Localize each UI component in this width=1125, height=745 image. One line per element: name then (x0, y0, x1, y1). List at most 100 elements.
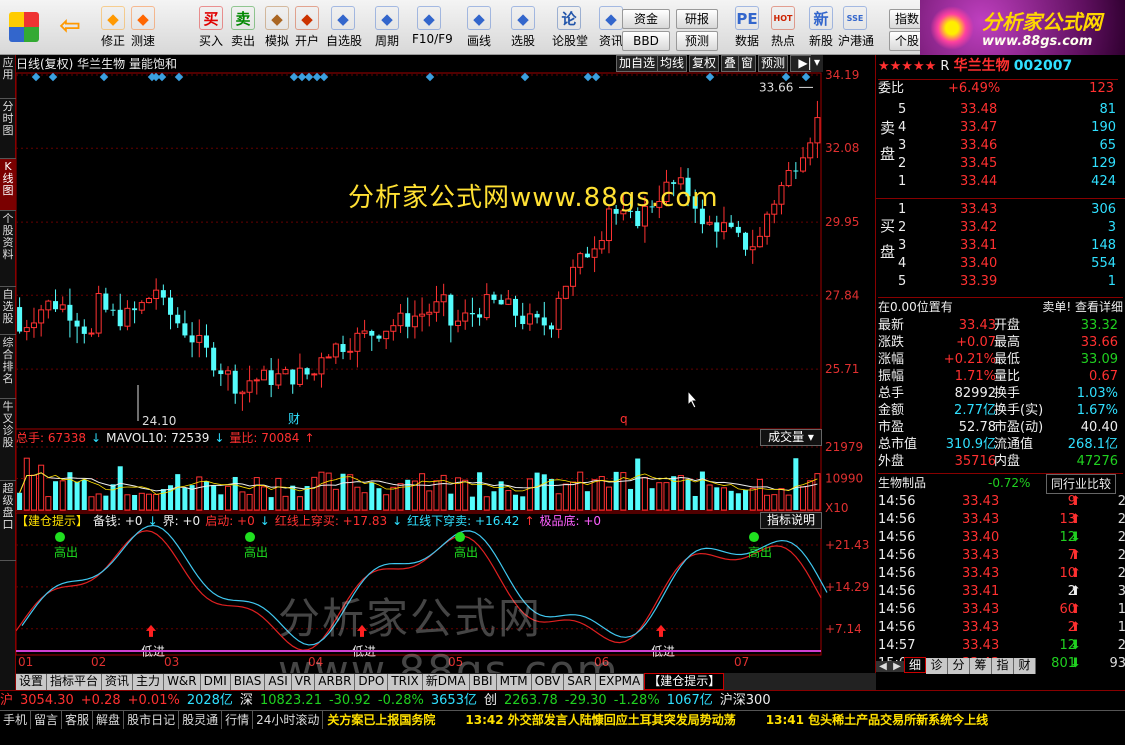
research-button[interactable]: 研报 (676, 9, 718, 29)
event-diamond-icon[interactable] (289, 72, 299, 82)
chart-button-2[interactable]: 复权 (689, 55, 720, 72)
indicator-tab-16[interactable]: SAR (564, 674, 596, 691)
toolbar-button-6[interactable]: ◆ 自选股 (326, 4, 362, 52)
volume-mode-select[interactable]: 成交量 ▾ (760, 429, 822, 446)
toolbar-button-14[interactable]: HOT 热点 (766, 4, 800, 52)
chart-button-3[interactable]: 叠 (721, 55, 740, 72)
event-diamond-icon[interactable] (157, 72, 167, 82)
toolbar-button-9[interactable]: ◆ 画线 (462, 4, 496, 52)
finance-marker[interactable]: 财 (288, 412, 300, 426)
right-tab-0[interactable]: 细 (904, 657, 926, 673)
ticker-tab-0[interactable]: 手机 (0, 711, 32, 729)
event-diamond-icon[interactable] (99, 72, 109, 82)
chart-button-5[interactable]: 预测 (758, 55, 789, 72)
event-diamond-icon[interactable] (304, 72, 314, 82)
ticker-tab-5[interactable]: 股灵通 (179, 711, 223, 729)
ticker-tab-4[interactable]: 股市日记 (124, 711, 180, 729)
bbd-button[interactable]: BBD (622, 31, 670, 51)
chart-button-0[interactable]: 加自选 (616, 55, 659, 72)
toolbar-button-7[interactable]: ◆ 周期 (370, 4, 404, 52)
indicator-tab-5[interactable]: DMI (200, 674, 231, 691)
toolbar-button-4[interactable]: ◆ 模拟 (260, 4, 294, 52)
indicator-help-button[interactable]: 指标说明 (760, 512, 822, 529)
left-tab-6[interactable]: 牛叉诊股 (0, 399, 16, 481)
forecast-button[interactable]: 预测 (676, 31, 718, 51)
right-tab-4[interactable]: 指 (992, 658, 1014, 674)
indicator-tab-3[interactable]: 主力 (133, 674, 165, 691)
event-diamond-icon[interactable] (801, 72, 811, 82)
sector-compare-button[interactable]: 同行业比较 (1046, 474, 1117, 494)
indicator-tab-12[interactable]: 新DMA (422, 674, 470, 691)
indicator-tab-15[interactable]: OBV (531, 674, 565, 691)
toolbar-button-16[interactable]: SSE 沪港通 (838, 4, 874, 52)
left-tab-2[interactable]: K线图 (0, 159, 16, 211)
toolbar-button-5[interactable]: ◆ 开户 (290, 4, 324, 52)
left-tab-5[interactable]: 综合排名 (0, 335, 16, 399)
stock-name[interactable]: 华兰生物 (954, 58, 1010, 74)
event-diamond-icon[interactable] (583, 72, 593, 82)
indicator-tab-0[interactable]: 设置 (16, 674, 48, 691)
order-book-row[interactable]: 4 33.40 554 (876, 255, 1116, 273)
left-tab-7[interactable]: 超级盘口 (0, 481, 16, 561)
ticker-tab-1[interactable]: 留言 (31, 711, 63, 729)
indicator-tab-1[interactable]: 指标平台 (47, 674, 103, 691)
event-diamond-icon[interactable] (319, 72, 329, 82)
ticker-tab-7[interactable]: 24小时滚动 (253, 711, 324, 729)
ticker-tab-3[interactable]: 解盘 (93, 711, 125, 729)
right-tab-1[interactable]: 诊 (926, 658, 948, 674)
toolbar-button-2[interactable]: 买买入 (194, 4, 228, 52)
ticker-news-item[interactable]: 13:42 外交部发言人陆慷回应土耳其突发局势动荡 (465, 713, 735, 727)
indicator-tab-13[interactable]: BBI (469, 674, 497, 691)
toolbar-button-15[interactable]: 新新股 (804, 4, 838, 52)
ticker-tab-2[interactable]: 客服 (62, 711, 94, 729)
toolbar-button-1[interactable]: ◆ 测速 (126, 4, 160, 52)
order-book-row[interactable]: 5 33.39 1 (876, 273, 1116, 291)
order-book-row[interactable]: 3 33.41 148 (876, 237, 1116, 255)
event-diamond-icon[interactable] (31, 72, 41, 82)
right-tab-3[interactable]: 筹 (970, 658, 992, 674)
view-detail-link[interactable]: 卖单! 查看详细 (1042, 298, 1123, 316)
indicator-tab-10[interactable]: DPO (355, 674, 389, 691)
indicator-tab-2[interactable]: 资讯 (102, 674, 134, 691)
left-tab-1[interactable]: 分时图 (0, 99, 16, 159)
ticker-news-item[interactable]: 关方案已上报国务院 (327, 713, 435, 727)
q-marker[interactable]: q (620, 412, 628, 426)
indicator-tab-17[interactable]: EXPMA (595, 674, 645, 691)
event-diamond-icon[interactable] (591, 72, 601, 82)
order-book-row[interactable]: 1 33.44 424 (876, 173, 1116, 191)
event-diamond-icon[interactable] (705, 72, 715, 82)
event-diamond-icon[interactable] (48, 72, 58, 82)
left-tab-0[interactable]: 应用 (0, 55, 16, 99)
order-book-row[interactable]: 5 33.48 81 (876, 101, 1116, 119)
indicator-tab-11[interactable]: TRIX (388, 674, 423, 691)
left-tab-4[interactable]: 自选股 (0, 287, 16, 335)
chart-button-4[interactable]: 窗 (738, 55, 757, 72)
indicator-tab-9[interactable]: ARBR (315, 674, 356, 691)
event-diamond-icon[interactable] (425, 72, 435, 82)
ticker-news-item[interactable]: 13:41 包头稀土产品交易所新系统今上线 (766, 713, 988, 727)
indicator-tab-4[interactable]: W&R (164, 674, 201, 691)
toolbar-button-10[interactable]: ◆ 选股 (506, 4, 540, 52)
toolbar-button-3[interactable]: 卖卖出 (226, 4, 260, 52)
right-tab-next-icon[interactable]: ▶ (890, 661, 904, 672)
order-book-row[interactable]: 4 33.47 190 (876, 119, 1116, 137)
order-book-row[interactable]: 2 33.42 3 (876, 219, 1116, 237)
event-diamond-icon[interactable] (520, 72, 530, 82)
toolbar-button-8[interactable]: ◆ F10/F9 (412, 4, 453, 52)
right-tab-2[interactable]: 分 (948, 658, 970, 674)
order-book-row[interactable]: 3 33.46 65 (876, 137, 1116, 155)
indicator-tab-14[interactable]: MTM (496, 674, 532, 691)
ticker-tab-6[interactable]: 行情 (222, 711, 254, 729)
toolbar-button-0[interactable]: ◆ 修正 (96, 4, 130, 52)
indicator-tab-6[interactable]: BIAS (230, 674, 266, 691)
right-tab-prev-icon[interactable]: ◀ (876, 661, 890, 672)
indicator-tab-18[interactable]: 【建仓提示】 (644, 673, 725, 690)
kline-chart-svg[interactable]: 34.19 32.08 29.95 27.84 25.71 33.66 24.10 财 q 219… (16, 55, 874, 673)
app-menu-button[interactable] (6, 4, 42, 52)
toolbar-button-13[interactable]: PE 数据 (730, 4, 764, 52)
order-book-row[interactable]: 1 33.43 306 (876, 201, 1116, 219)
funds-button[interactable]: 资金 (622, 9, 670, 29)
order-book-row[interactable]: 2 33.45 129 (876, 155, 1116, 173)
indicator-tab-8[interactable]: VR (291, 674, 316, 691)
left-tab-3[interactable]: 个股资料 (0, 211, 16, 287)
